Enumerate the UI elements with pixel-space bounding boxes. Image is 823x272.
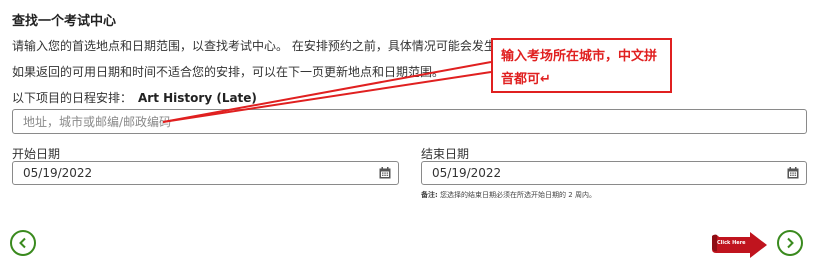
schedule-label: 以下项目的日程安排：: [12, 91, 133, 105]
annotation-callout: 输入考场所在城市，中文拼音都可↵: [491, 38, 672, 93]
page-title: 查找一个考试中心: [12, 14, 117, 29]
intro-text: 请输入您的首选地点和日期范围，以查找考试中心。 在安排预约之前，具体情况可能会发…: [12, 39, 532, 53]
chevron-left-icon: [19, 237, 26, 249]
start-date-field[interactable]: [12, 161, 399, 185]
chevron-right-icon: [787, 237, 794, 249]
calendar-icon[interactable]: [379, 167, 391, 179]
next-button[interactable]: [777, 230, 803, 256]
schedule-line: 以下项目的日程安排： Art History (Late): [12, 89, 257, 106]
end-date-input[interactable]: [422, 162, 778, 184]
end-date-label: 结束日期: [421, 147, 470, 161]
date-range-note: 备注: 您选择的结束日期必须在所选开始日期的 2 周内。: [421, 190, 596, 200]
intro-text-2: 如果返回的可用日期和时间不适合您的安排，可以在下一页更新地点和日期范围。: [12, 65, 445, 79]
note-prefix: 备注:: [421, 191, 438, 199]
annotation-text: 输入考场所在城市，中文拼音都可↵: [501, 49, 658, 87]
note-text: 您选择的结束日期必须在所选开始日期的 2 周内。: [437, 191, 596, 199]
calendar-icon[interactable]: [787, 167, 799, 179]
start-date-label: 开始日期: [12, 147, 61, 161]
address-field[interactable]: [12, 109, 807, 134]
end-date-field[interactable]: [421, 161, 807, 185]
back-button[interactable]: [10, 230, 36, 256]
click-here-marker: Click Here: [710, 232, 768, 258]
start-date-input[interactable]: [13, 162, 370, 184]
course-name: Art History (Late): [138, 91, 257, 105]
address-input[interactable]: [13, 110, 806, 133]
click-here-label: Click Here: [717, 240, 746, 246]
